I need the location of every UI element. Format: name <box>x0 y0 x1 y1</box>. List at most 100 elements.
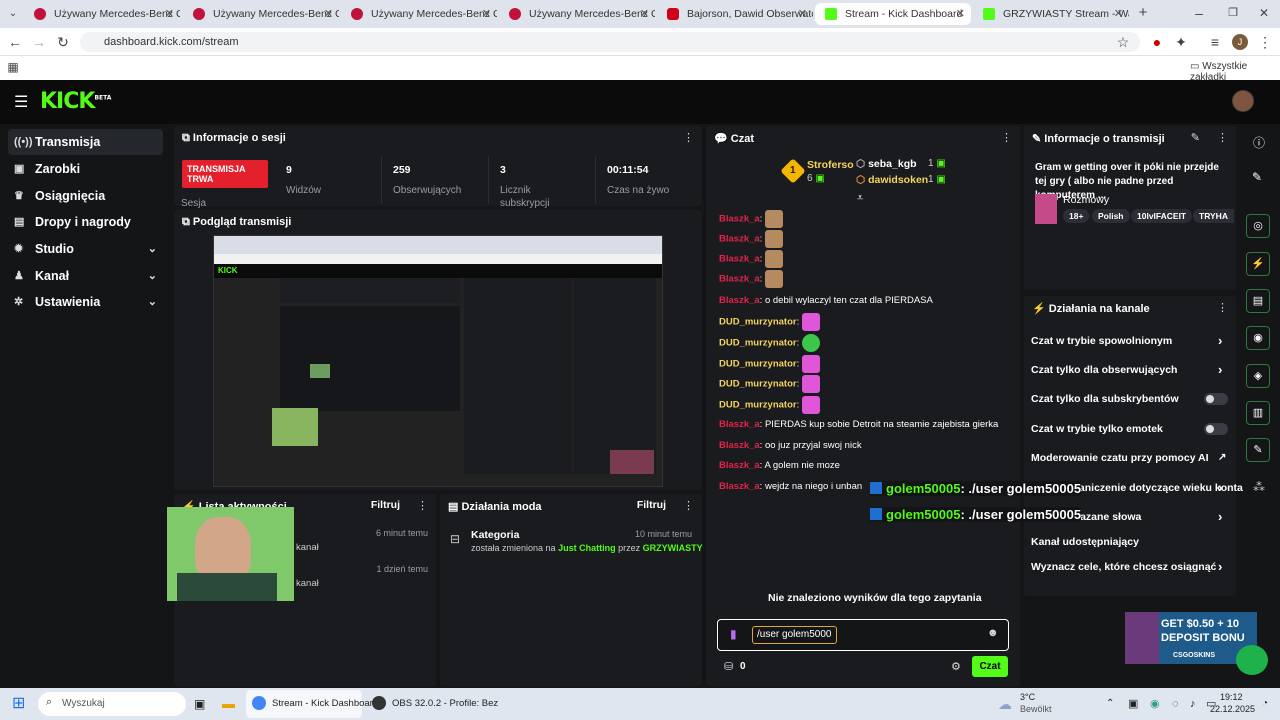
clock-time[interactable]: 19:12 <box>1220 692 1243 702</box>
forward-icon[interactable]: → <box>30 33 48 51</box>
task-view-icon[interactable]: ▣ <box>194 688 205 720</box>
more-icon[interactable]: ⋮ <box>683 131 694 144</box>
chat-username[interactable]: Blaszk_a <box>719 460 760 471</box>
info-icon[interactable]: ⓘ <box>1253 134 1265 151</box>
points-icon[interactable]: ⛁ <box>724 660 733 673</box>
minimize-icon[interactable]: – <box>1190 4 1208 22</box>
followers-only-item[interactable]: Czat tylko dla obserwujących › <box>1031 362 1222 377</box>
kick-logo[interactable]: KICKBETA <box>40 89 111 114</box>
new-tab-icon[interactable]: + <box>1134 4 1152 22</box>
sidebar-item-zarobki[interactable]: ▣ Zarobki <box>8 156 163 182</box>
profile-avatar[interactable]: J <box>1232 34 1248 50</box>
close-icon[interactable]: ✕ <box>798 3 807 25</box>
leader-row[interactable]: ⬡ dawidsoken <box>856 174 928 186</box>
weather-temp[interactable]: 3°C <box>1020 692 1035 702</box>
filter-button[interactable]: Filtruj <box>637 499 666 511</box>
sidebar-item-transmisja[interactable]: ((•)) Transmisja <box>8 129 163 155</box>
tray-app-icon[interactable]: ▣ <box>1128 688 1138 720</box>
browser-tab[interactable]: Bajorson, Dawid Obserwato ✕ <box>657 3 813 25</box>
chat-username[interactable]: Blaszk_a <box>719 254 760 265</box>
emoji-icon[interactable]: ☻ <box>987 627 999 639</box>
sidebar-item-ustawienia[interactable]: ✲ Ustawienia ⌄ <box>8 289 163 315</box>
media-icon[interactable]: ≡ <box>1206 33 1224 51</box>
taskbar-app-obs[interactable]: OBS 32.0.2 - Profile: Bez <box>366 690 498 718</box>
stream-preview-video[interactable]: KICK <box>213 235 663 487</box>
browser-tab[interactable]: GRZYWIASTY Stream - Watch L✕ <box>973 3 1129 25</box>
tab-search-icon[interactable]: ⌄ <box>4 5 22 23</box>
chat-username[interactable]: Blaszk_a <box>719 481 760 492</box>
microphone-icon[interactable]: ▮ <box>730 627 737 641</box>
more-icon[interactable]: ⋮ <box>1217 301 1228 314</box>
extensions-puzzle-icon[interactable]: ✦ <box>1172 33 1190 51</box>
close-icon[interactable]: ✕ <box>1114 3 1123 25</box>
browser-tab[interactable]: Używany Mercedes-Benz CLS 2✕ <box>341 3 497 25</box>
broadcast-rail-icon[interactable]: ◈ <box>1246 364 1270 388</box>
back-icon[interactable]: ← <box>6 33 24 51</box>
chat-username[interactable]: DUD_murzynator <box>719 317 797 328</box>
leader-name[interactable]: Stroferso <box>807 159 854 171</box>
apps-grid-icon[interactable]: ▦ <box>4 58 22 76</box>
volume-icon[interactable]: ♪ <box>1190 688 1196 720</box>
sidebar-item-kanal[interactable]: ♟ Kanał ⌄ <box>8 263 163 289</box>
url-field[interactable]: dashboard.kick.com/stream <box>80 32 1140 52</box>
close-icon[interactable]: ✕ <box>482 3 491 25</box>
clipboard-icon[interactable]: ▤ <box>1246 289 1270 313</box>
hamburger-menu-icon[interactable]: ☰ <box>14 92 28 112</box>
chat-username[interactable]: Blaszk_a <box>719 214 760 225</box>
wrench-icon[interactable]: ✎ <box>1246 438 1270 462</box>
more-icon[interactable]: ⋮ <box>683 499 694 512</box>
collapse-icon[interactable]: ⩡ <box>857 192 863 205</box>
chat-username[interactable]: Blaszk_a <box>719 274 760 285</box>
edit-icon[interactable]: ✎ <box>1191 131 1200 144</box>
subscribers-only-toggle[interactable] <box>1204 393 1228 405</box>
chat-username[interactable]: DUD_murzynator <box>719 379 797 390</box>
close-icon[interactable]: ✕ <box>640 3 649 25</box>
sidebar-item-studio[interactable]: ✹ Studio ⌄ <box>8 236 163 262</box>
send-chat-button[interactable]: Czat <box>972 656 1008 677</box>
taskbar-search[interactable]: ⌕ Wyszukaj <box>38 692 186 716</box>
taskbar-app-chrome[interactable]: Stream - Kick Dashboar <box>246 690 373 718</box>
user-avatar[interactable] <box>1232 90 1254 112</box>
emote-only-toggle[interactable] <box>1204 423 1228 435</box>
ai-moderation-item[interactable]: Moderowanie czatu przy pomocy AI ↗ <box>1031 452 1226 464</box>
browser-tab[interactable]: Używany Mercedes-Benz CLS 2✕ <box>499 3 655 25</box>
slow-mode-item[interactable]: Czat w trybie spowolnionym › <box>1031 333 1222 348</box>
more-icon[interactable]: ⋮ <box>1217 131 1228 144</box>
extension-icon[interactable]: ● <box>1148 33 1166 51</box>
camera-icon[interactable]: ◎ <box>1246 214 1270 238</box>
reload-icon[interactable]: ↻ <box>54 33 72 51</box>
chat-bubble-icon[interactable]: ◉ <box>1246 326 1270 350</box>
close-icon[interactable]: ✕ <box>956 3 965 25</box>
wifi-icon[interactable]: ◌ <box>1172 688 1179 720</box>
close-icon[interactable]: ✕ <box>324 3 333 25</box>
notifications-icon[interactable]: ◔ <box>1262 688 1268 720</box>
chat-username[interactable]: Blaszk_a <box>719 234 760 245</box>
chat-username[interactable]: Blaszk_a <box>719 295 760 306</box>
browser-tab[interactable]: Używany Mercedes-Benz CLA 2✕ <box>24 3 180 25</box>
bookmark-star-icon[interactable]: ☆ <box>1114 33 1132 51</box>
browser-tab[interactable]: Używany Mercedes-Benz CLS 2✕ <box>183 3 339 25</box>
leader-row[interactable]: ⬡ seba_kgb <box>856 158 917 170</box>
chat-username[interactable]: DUD_murzynator <box>719 400 797 411</box>
more-icon[interactable]: ⋮ <box>417 499 428 512</box>
browser-menu-icon[interactable]: ⋮ <box>1256 33 1274 51</box>
more-icon[interactable]: ⋮ <box>1001 131 1012 144</box>
lightning-icon[interactable]: ⚡ <box>1246 252 1270 276</box>
windows-start-icon[interactable]: ⊞ <box>12 688 25 720</box>
pencil-icon[interactable]: ✎ <box>1252 170 1262 184</box>
layers-icon[interactable]: ▥ <box>1246 401 1270 425</box>
set-goals-item[interactable]: Wyznacz cele, które chcesz osiągnąć › <box>1031 559 1222 574</box>
close-icon[interactable]: ✕ <box>165 3 174 25</box>
browser-tab-active[interactable]: Stream - Kick Dashboard ✕ <box>815 3 971 25</box>
chat-input[interactable]: /user golem5000 <box>752 626 837 644</box>
add-widget-icon[interactable]: ⁂ <box>1253 480 1265 494</box>
sidebar-item-osiagniecia[interactable]: ♛ Osiągnięcia <box>8 183 163 209</box>
chat-username[interactable]: DUD_murzynator <box>719 359 797 370</box>
filter-button[interactable]: Filtruj <box>371 499 400 511</box>
chat-settings-icon[interactable]: ⚙ <box>951 660 961 673</box>
file-explorer-icon[interactable]: ▬ <box>222 688 235 720</box>
support-chat-bubble[interactable] <box>1236 645 1268 675</box>
mod-entry-user[interactable]: GRZYWIASTY <box>643 543 703 553</box>
sharing-channel-item[interactable]: Kanał udostępniający <box>1031 536 1139 548</box>
chat-username[interactable]: Blaszk_a <box>719 419 760 430</box>
